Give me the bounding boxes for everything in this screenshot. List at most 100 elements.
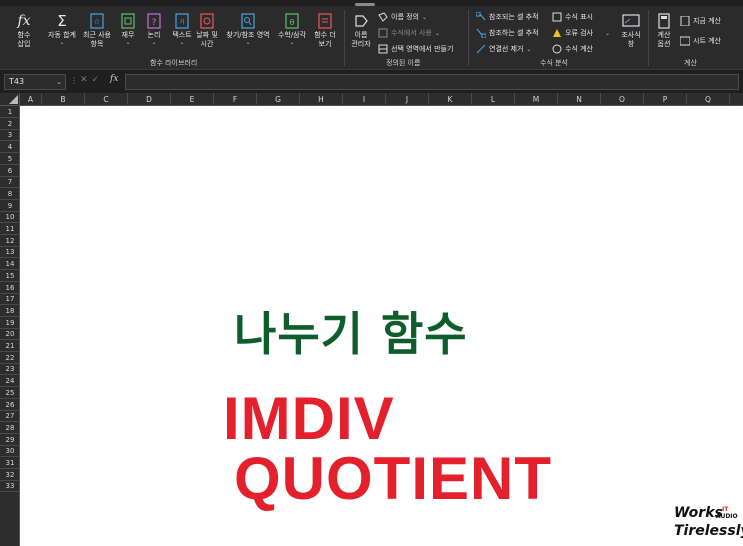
row-header[interactable]: 15 (0, 270, 20, 282)
column-header[interactable]: D (128, 93, 171, 106)
use-in-formula-button[interactable]: 수식에서 사용 ⌄ (378, 28, 440, 38)
column-header[interactable]: J (386, 93, 429, 106)
group-separator (468, 10, 469, 66)
lookup-reference-button[interactable]: 찾기/참조 영역 ⌄ (224, 12, 272, 46)
row-header[interactable]: 32 (0, 469, 20, 481)
row-header[interactable]: 26 (0, 399, 20, 411)
row-header[interactable]: 5 (0, 153, 20, 165)
chevron-down-icon[interactable]: ⌄ (56, 75, 62, 89)
column-header[interactable]: P (644, 93, 687, 106)
cancel-icon[interactable]: ✕ (80, 75, 88, 85)
row-header[interactable]: 3 (0, 129, 20, 142)
insert-function-icon[interactable]: fx (110, 74, 118, 84)
trace-dependents-icon (476, 28, 486, 38)
row-header[interactable]: 14 (0, 258, 20, 271)
formula-input[interactable] (125, 74, 739, 90)
column-header[interactable]: G (257, 93, 300, 106)
row-header[interactable]: 27 (0, 410, 20, 423)
show-formulas-button[interactable]: 수식 표시 (552, 12, 593, 22)
row-header[interactable]: 19 (0, 317, 20, 329)
svg-text:☆: ☆ (93, 17, 100, 26)
column-header[interactable]: Q (687, 93, 730, 106)
row-header[interactable]: 28 (0, 422, 20, 434)
row-header[interactable]: 8 (0, 188, 20, 200)
date-time-button[interactable]: 날짜 및 시간 (194, 12, 220, 49)
row-header[interactable]: 10 (0, 211, 20, 224)
row-header[interactable]: 29 (0, 434, 20, 446)
trace-precedents-button[interactable]: 참조되는 셀 추적 (476, 12, 539, 22)
watch-window-button[interactable]: 조사식 창 (618, 12, 644, 49)
row-header[interactable]: 13 (0, 246, 20, 259)
logical-button[interactable]: ? 논리 ⌄ (142, 12, 166, 46)
column-header[interactable]: M (515, 93, 558, 106)
row-header[interactable]: 24 (0, 375, 20, 388)
row-header[interactable]: 25 (0, 387, 20, 399)
warning-icon (552, 28, 562, 38)
row-header[interactable]: 23 (0, 363, 20, 376)
svg-text:?: ? (152, 18, 157, 28)
insert-function-button[interactable]: fx 함수 삽입 (12, 12, 36, 49)
column-header[interactable]: L (472, 93, 515, 106)
chevron-down-icon: ⌄ (245, 39, 251, 46)
chevron-down-icon: ⌄ (179, 39, 185, 46)
row-header[interactable]: 4 (0, 141, 20, 154)
more-functions-button[interactable]: 함수 더 보기 (310, 12, 340, 49)
select-all-button[interactable] (0, 93, 20, 106)
row-header[interactable]: 6 (0, 165, 20, 177)
row-header[interactable]: 22 (0, 352, 20, 364)
error-checking-button[interactable]: 오류 검사 ⌄ (552, 28, 610, 38)
column-header[interactable]: A (20, 93, 42, 106)
recently-used-button[interactable]: ☆ 최근 사용 항목 (80, 12, 114, 49)
row-header[interactable]: 31 (0, 457, 20, 469)
spreadsheet-grid: ABCDEFGHIJKLMNOPQ 1 2 3 4 5 6 7 8 9 10 11 12 13 14 15 1… (0, 93, 743, 546)
row-header[interactable]: 17 (0, 293, 20, 306)
column-header[interactable]: B (42, 93, 85, 106)
column-header[interactable]: K (429, 93, 472, 106)
column-header[interactable]: H (300, 93, 343, 106)
select-all-icon (9, 95, 18, 104)
calc-now-button[interactable]: 지금 계산 (680, 16, 721, 26)
trace-dependents-button[interactable]: 참조하는 셀 추적 (476, 28, 539, 38)
name-box[interactable]: T43 ⌄ (4, 74, 66, 90)
financial-button[interactable]: 재무 ⌄ (116, 12, 140, 46)
formula-controls: ✕ ✓ (80, 75, 99, 85)
autosum-button[interactable]: Σ 자동 합계 ⌄ (44, 12, 80, 46)
enter-icon[interactable]: ✓ (92, 75, 100, 85)
column-header[interactable]: N (558, 93, 601, 106)
evaluate-formula-button[interactable]: 수식 계산 (552, 44, 593, 54)
name-manager-button[interactable]: 이름 관리자 (348, 12, 374, 49)
define-name-button[interactable]: 이름 정의 ⌄ (378, 12, 427, 22)
column-header[interactable]: O (601, 93, 644, 106)
remove-arrows-button[interactable]: 연결선 제거 ⌄ (476, 44, 531, 54)
row-header[interactable]: 20 (0, 328, 20, 341)
title-text: 나누기 함수 (234, 307, 468, 361)
cell-area[interactable]: 나누기 함수 IMDIV QUOTIENT (20, 106, 743, 546)
row-header[interactable]: 33 (0, 480, 20, 493)
column-header[interactable]: I (343, 93, 386, 106)
calc-sheet-button[interactable]: 시트 계산 (680, 36, 721, 46)
column-header[interactable]: C (85, 93, 128, 106)
row-header[interactable]: 12 (0, 235, 20, 247)
row-header[interactable]: 21 (0, 340, 20, 352)
math-trig-button[interactable]: θ 수학/삼각 ⌄ (274, 12, 310, 46)
create-from-selection-label: 선택 영역에서 만들기 (391, 45, 454, 53)
row-header[interactable]: 18 (0, 305, 20, 317)
drag-handle[interactable] (355, 3, 375, 6)
calculator-icon (655, 12, 673, 30)
more-icon: ⋮ (70, 76, 78, 85)
row-header[interactable]: 9 (0, 200, 20, 212)
row-header[interactable]: 30 (0, 445, 20, 458)
row-header[interactable]: 7 (0, 176, 20, 189)
column-header[interactable]: E (171, 93, 214, 106)
calc-options-button[interactable]: 계산 옵션 (652, 12, 676, 49)
evaluate-formula-label: 수식 계산 (565, 45, 593, 53)
watch-window-icon (622, 12, 640, 30)
row-header[interactable]: 2 (0, 118, 20, 130)
row-header[interactable]: 16 (0, 282, 20, 294)
row-header[interactable]: 11 (0, 223, 20, 235)
column-header[interactable]: F (214, 93, 257, 106)
date-time-label: 날짜 및 시간 (196, 31, 218, 48)
row-header[interactable]: 1 (0, 106, 20, 118)
text-button[interactable]: 가 텍스트 ⌄ (168, 12, 196, 46)
create-from-selection-button[interactable]: 선택 영역에서 만들기 (378, 44, 453, 54)
